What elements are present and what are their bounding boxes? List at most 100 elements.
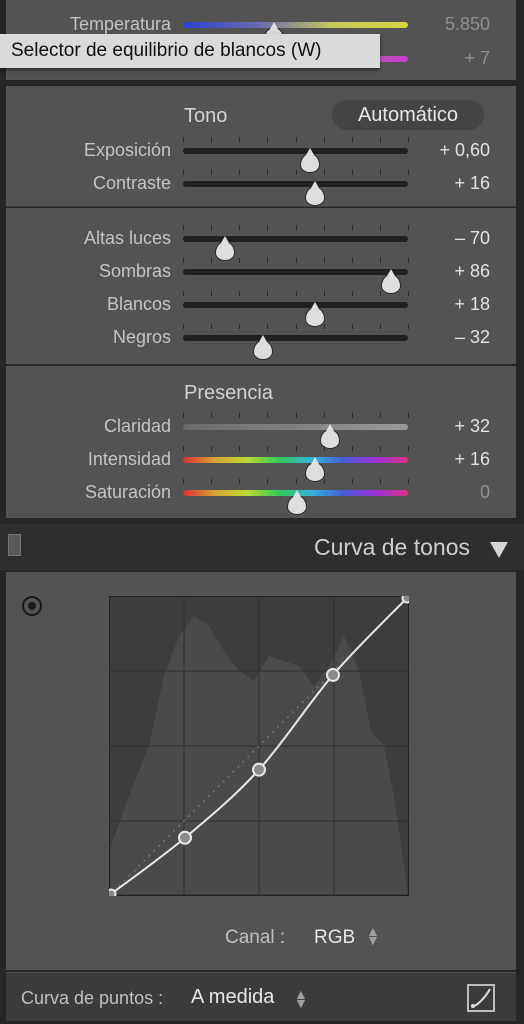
tick-mark: [408, 479, 409, 484]
contrast-slider[interactable]: [183, 181, 408, 206]
saturation-slider[interactable]: [183, 490, 408, 515]
slider-ticks: [183, 479, 409, 485]
shadows-row: Sombras + 86: [6, 257, 516, 294]
tick-mark: [183, 225, 184, 230]
tick-mark: [267, 170, 269, 175]
tick-mark: [267, 258, 269, 263]
auto-tone-button[interactable]: Automático: [332, 100, 484, 130]
channel-row: Canal : RGB ▲ ▼: [6, 924, 516, 954]
tone-curve-title[interactable]: Curva de tonos: [314, 534, 470, 561]
tick-mark: [379, 225, 381, 230]
contrast-thumb[interactable]: [304, 181, 325, 206]
whites-label: Blancos: [106, 294, 171, 314]
point-curve-edit-icon[interactable]: [467, 984, 495, 1012]
channel-select[interactable]: RGB: [314, 927, 355, 949]
contrast-value[interactable]: + 16: [454, 173, 490, 194]
saturation-value[interactable]: 0: [480, 482, 490, 503]
tone-curve-panel: Canal : RGB ▲ ▼: [6, 572, 516, 970]
whites-value[interactable]: + 18: [454, 294, 490, 315]
saturation-thumb[interactable]: [286, 490, 307, 515]
shadows-value[interactable]: + 86: [454, 261, 490, 282]
collapse-triangle-icon[interactable]: [490, 542, 508, 558]
tick-mark: [183, 170, 184, 175]
curve-point[interactable]: [252, 762, 266, 777]
tick-mark: [211, 258, 213, 263]
tone-curve-graph[interactable]: [109, 596, 409, 896]
vibrance-value[interactable]: + 16: [454, 449, 490, 470]
tick-mark: [211, 413, 213, 418]
tick-mark: [351, 413, 353, 418]
point-curve-select[interactable]: A medida: [191, 986, 274, 1009]
point-curve-updown-icon[interactable]: ▲ ▼: [294, 987, 308, 1010]
tick-mark: [408, 170, 409, 175]
temperature-value[interactable]: 5.850: [445, 14, 490, 35]
vibrance-slider[interactable]: [183, 457, 408, 482]
whites-slider[interactable]: [183, 302, 408, 327]
tick-mark: [379, 291, 381, 296]
tick-mark: [211, 137, 213, 142]
exposure-slider[interactable]: [183, 148, 408, 173]
highlights-slider[interactable]: [183, 236, 408, 261]
tick-mark: [239, 479, 241, 484]
curve-point[interactable]: [326, 667, 340, 682]
tick-mark: [379, 324, 381, 329]
clarity-slider[interactable]: [183, 424, 408, 449]
tick-mark: [211, 446, 213, 451]
tick-mark: [323, 324, 325, 329]
highlights-value[interactable]: – 70: [455, 228, 490, 249]
curve-point[interactable]: [178, 830, 192, 845]
tick-mark: [239, 258, 241, 263]
exposure-label: Exposición: [83, 140, 171, 160]
tick-mark: [211, 170, 213, 175]
presence-title: Presencia: [184, 382, 273, 404]
shadows-label: Sombras: [98, 261, 171, 281]
tick-mark: [267, 291, 269, 296]
blacks-value[interactable]: – 32: [455, 327, 490, 348]
tick-mark: [211, 291, 213, 296]
temperature-label: Temperatura: [69, 14, 171, 34]
tick-mark: [408, 446, 409, 451]
slider-ticks: [183, 446, 409, 452]
tone-curve-header[interactable]: Curva de tonos: [0, 524, 524, 570]
shadows-slider[interactable]: [183, 269, 408, 294]
tick-mark: [211, 479, 213, 484]
channel-updown-icon[interactable]: ▲ ▼: [366, 924, 380, 947]
target-adjustment-icon[interactable]: [22, 596, 42, 616]
presence-section: Presencia Claridad + 32 Intensidad + 16 …: [6, 366, 516, 518]
tick-mark: [351, 258, 353, 263]
tick-mark: [351, 170, 353, 175]
exposure-value[interactable]: + 0,60: [439, 140, 490, 161]
whites-row: Blancos + 18: [6, 290, 516, 327]
curve-point[interactable]: [401, 596, 410, 604]
panel-toggle-switch[interactable]: [8, 534, 21, 556]
tick-mark: [267, 324, 269, 329]
tick-mark: [183, 258, 184, 263]
clarity-value[interactable]: + 32: [454, 416, 490, 437]
contrast-row: Contraste + 16: [6, 169, 516, 206]
curve-point[interactable]: [109, 888, 117, 897]
highlights-row: Altas luces – 70: [6, 224, 516, 261]
tick-mark: [379, 479, 381, 484]
tick-mark: [323, 446, 325, 451]
tick-mark: [295, 446, 297, 451]
saturation-row: Saturación 0: [6, 478, 516, 515]
tick-mark: [323, 170, 325, 175]
point-curve-label: Curva de puntos :: [21, 988, 164, 1008]
saturation-label: Saturación: [84, 482, 171, 502]
tick-mark: [379, 413, 381, 418]
slider-ticks: [183, 324, 409, 330]
tick-mark: [295, 258, 297, 263]
tick-mark: [239, 291, 241, 296]
tone-section: Tono Automático Exposición + 0,60 Contra…: [6, 86, 516, 207]
tint-value[interactable]: + 7: [464, 48, 490, 69]
tick-mark: [323, 291, 325, 296]
blacks-thumb[interactable]: [252, 335, 273, 360]
tick-mark: [183, 137, 184, 142]
slider-ticks: [183, 258, 409, 264]
temperature-slider[interactable]: [183, 22, 408, 47]
blacks-slider[interactable]: [183, 335, 408, 360]
contrast-label: Contraste: [92, 173, 171, 193]
white-balance-tooltip: Selector de equilibrio de blancos (W): [0, 34, 380, 68]
tick-mark: [295, 324, 297, 329]
tick-mark: [267, 225, 269, 230]
